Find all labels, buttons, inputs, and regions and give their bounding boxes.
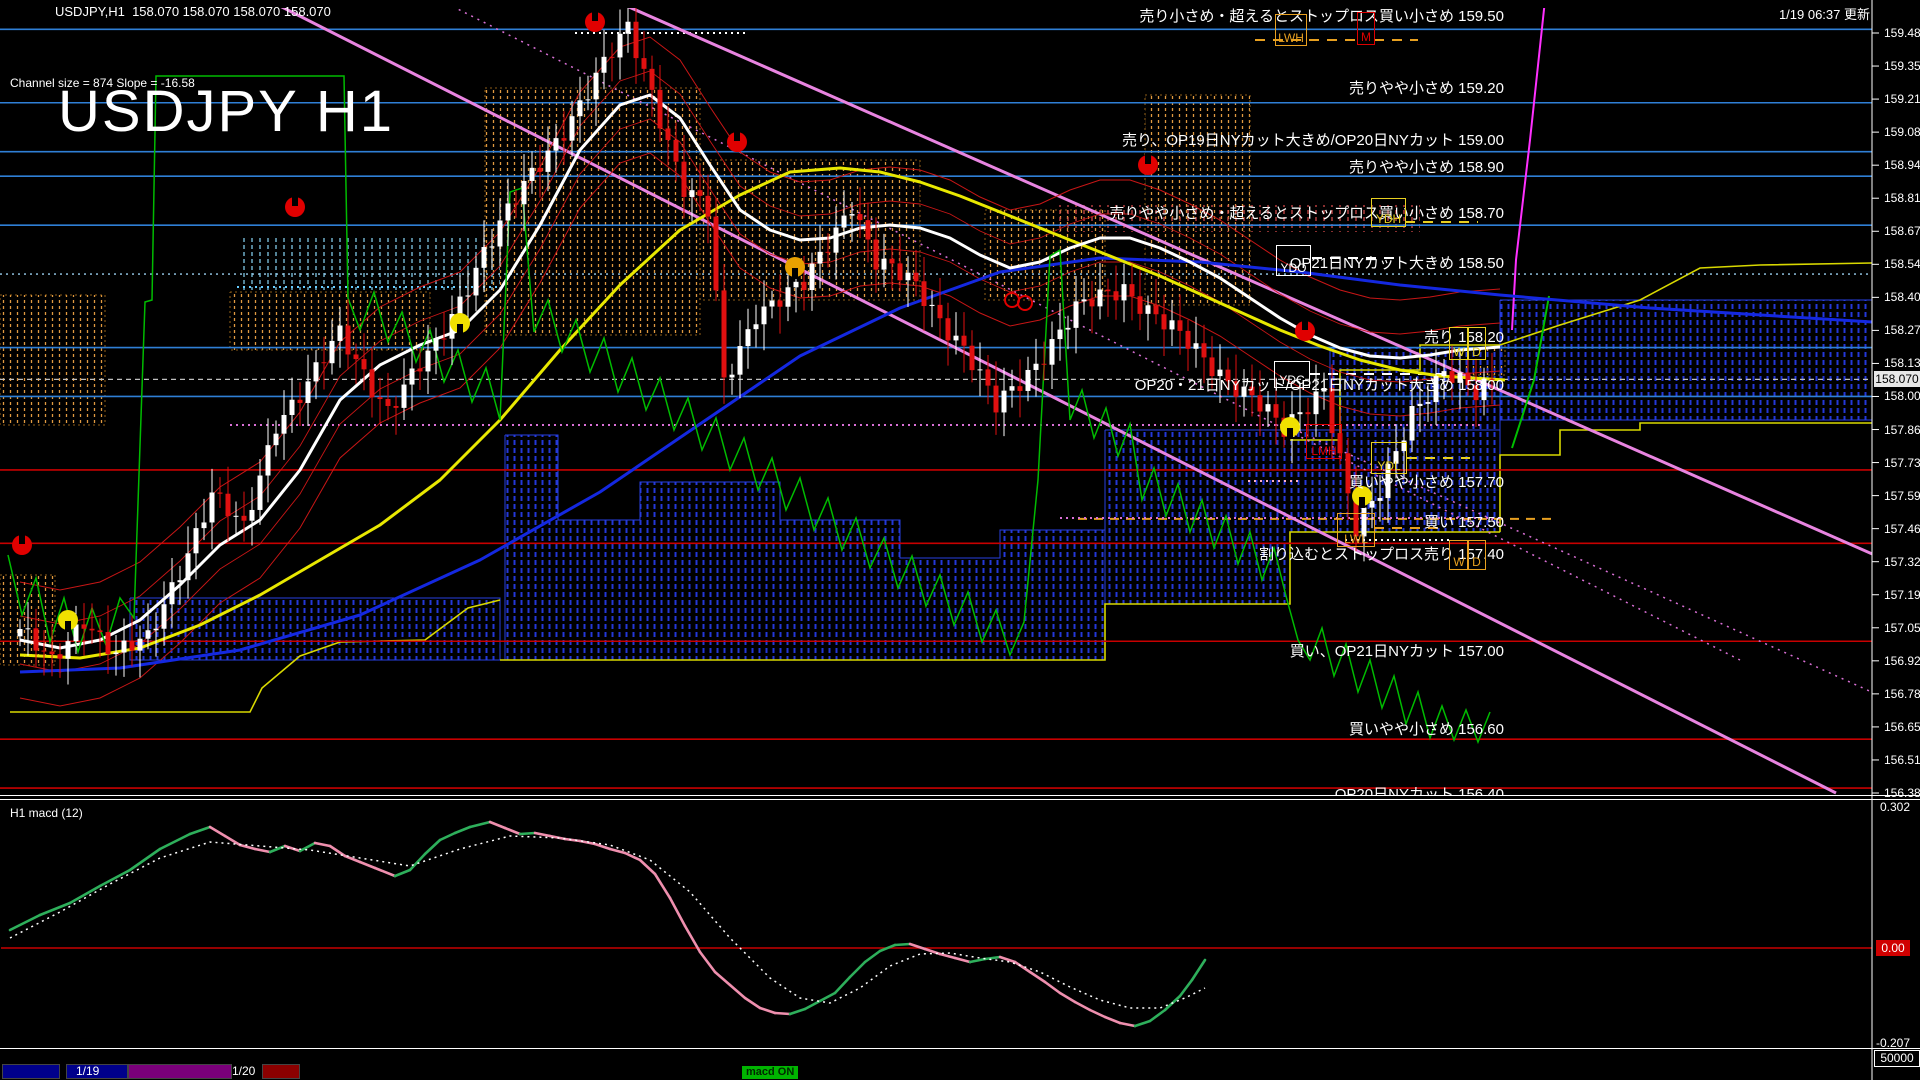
price-tick-label: 156.380 [1884,786,1920,800]
macd-on-badge: macd ON [742,1066,799,1079]
price-tick-label: 157.055 [1884,620,1920,635]
mt4-chart-window: USDJPY H1 売り小さめ・超えるとストップロス買い小さめ 159.50 売り… [0,0,1920,1080]
price-tick-label: 157.190 [1884,587,1920,602]
price-tick-label: 157.865 [1884,422,1920,437]
macd-axis-min: -0.207 [1876,1036,1911,1050]
timeline-date-label: 1/20 [232,1064,256,1078]
macd-axis-max: 0.302 [1880,800,1911,814]
price-tick-label: 159.485 [1884,26,1920,40]
price-tick-label: 158.540 [1884,257,1920,272]
price-tick-label: 156.515 [1884,752,1920,767]
timeline-date-label: 1/19 [76,1064,100,1078]
price-tick-label: 159.215 [1884,92,1920,107]
price-tick-label: 158.810 [1884,191,1920,206]
price-tick-label: 156.920 [1884,653,1920,668]
volume-scale-box: 50000 [1874,1050,1920,1067]
price-tick-label: 157.460 [1884,521,1920,536]
price-tick-label: 159.080 [1884,125,1920,140]
chart-canvas[interactable] [0,0,1920,1080]
timeline-segment [2,1064,60,1079]
price-tick-label: 158.135 [1884,356,1920,371]
price-tick-label: 159.350 [1884,59,1920,74]
price-tick-label: 158.675 [1884,224,1920,239]
timeline-segment [262,1064,300,1079]
timeline-segment [128,1064,232,1079]
main-plot-layer [0,8,1872,795]
price-tick-label: 158.945 [1884,158,1920,173]
macd-plot-layer [1,820,1872,1028]
price-tick-label: 158.405 [1884,290,1920,305]
price-tick-label: 157.730 [1884,455,1920,470]
price-tick-label: 156.650 [1884,719,1920,734]
price-tick-label: 156.785 [1884,686,1920,701]
macd-axis-zero-chip: 0.00 [1876,940,1910,956]
current-price-chip: 158.070 [1874,371,1920,388]
price-tick-label: 157.325 [1884,554,1920,569]
price-tick-label: 157.595 [1884,488,1920,503]
price-tick-label: 158.270 [1884,323,1920,338]
price-tick-label: 158.000 [1884,389,1920,404]
